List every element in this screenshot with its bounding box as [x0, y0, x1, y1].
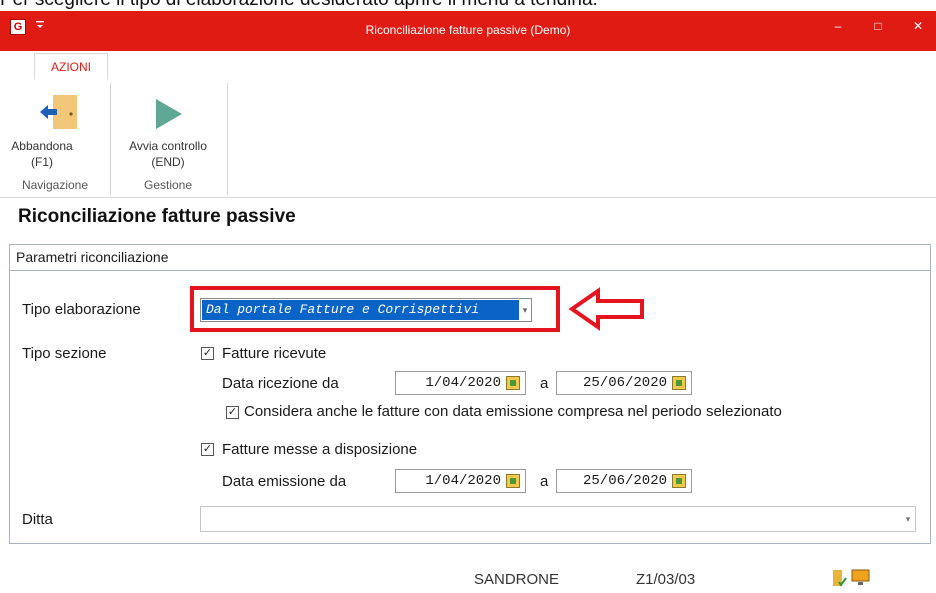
fatture-messe-checkbox[interactable]: ✓ — [201, 443, 214, 456]
data-emissione-from-value: 1/04/2020 — [425, 473, 501, 489]
data-emissione-from-input[interactable]: 1/04/2020 — [395, 469, 526, 493]
monitor-icon — [851, 568, 871, 588]
close-button[interactable]: ✕ — [906, 17, 930, 35]
abbandona-label: Abbandona — [11, 139, 73, 153]
abbandona-shortcut: (F1) — [31, 155, 53, 169]
ditta-dropdown[interactable]: ▾ — [200, 506, 916, 532]
annotation-highlight-box — [190, 286, 560, 332]
date-range-a-label: a — [540, 473, 549, 490]
ribbon-panel: Abbandona (F1) Navigazione Avvia control… — [0, 79, 936, 198]
calendar-icon[interactable] — [506, 376, 520, 390]
status-code: Z1/03/03 — [636, 571, 696, 588]
data-ricezione-from-input[interactable]: 1/04/2020 — [395, 371, 526, 395]
avvia-controllo-shortcut: (END) — [151, 155, 185, 169]
ditta-label: Ditta — [22, 511, 53, 528]
group-label-navigazione: Navigazione — [21, 178, 89, 192]
minimize-button[interactable]: – — [826, 17, 850, 35]
calendar-icon[interactable] — [672, 474, 686, 488]
tipo-elaborazione-label: Tipo elaborazione — [22, 301, 141, 318]
group-label-gestione: Gestione — [143, 178, 193, 192]
annotation-arrow-icon — [568, 287, 648, 331]
title-bar: G Riconciliazione fatture passive (Demo)… — [0, 11, 936, 51]
data-emissione-to-input[interactable]: 25/06/2020 — [556, 469, 692, 493]
tab-azioni[interactable]: AZIONI — [34, 53, 108, 79]
calendar-icon[interactable] — [672, 376, 686, 390]
chevron-down-icon[interactable]: ▾ — [901, 507, 915, 531]
tab-help[interactable]: HELP — [125, 58, 156, 72]
considera-label: Considera anche le fatture con data emis… — [244, 403, 782, 420]
data-emissione-label: Data emissione da — [222, 473, 347, 490]
top-caption-text: Per scegliere il tipo di elaborazione de… — [0, 0, 936, 11]
window-title: Riconciliazione fatture passive (Demo) — [365, 23, 571, 37]
data-ricezione-to-input[interactable]: 25/06/2020 — [556, 371, 692, 395]
calendar-icon[interactable] — [506, 474, 520, 488]
considera-checkbox[interactable]: ✓ — [226, 406, 239, 419]
maximize-button[interactable]: □ — [866, 17, 890, 35]
avvia-controllo-label: Avvia controllo — [129, 139, 207, 153]
fatture-ricevute-checkbox[interactable]: ✓ — [201, 347, 214, 360]
abbandona-button[interactable]: Abbandona (F1) — [0, 85, 106, 169]
tipo-sezione-label: Tipo sezione — [22, 345, 107, 362]
panel-header: Parametri riconciliazione — [10, 245, 930, 271]
data-emissione-to-value: 25/06/2020 — [582, 473, 667, 489]
avvia-controllo-button[interactable]: Avvia controllo (END) — [114, 85, 222, 169]
fatture-messe-label: Fatture messe a disposizione — [222, 441, 418, 458]
ribbon-divider — [227, 83, 228, 195]
play-icon — [150, 95, 186, 131]
exit-door-icon — [40, 93, 80, 133]
database-check-icon — [831, 568, 847, 588]
date-range-a-label: a — [540, 375, 549, 392]
page-title: Riconciliazione fatture passive — [18, 206, 296, 227]
data-ricezione-label: Data ricezione da — [222, 375, 339, 392]
data-ricezione-from-value: 1/04/2020 — [425, 375, 501, 391]
data-ricezione-to-value: 25/06/2020 — [582, 375, 667, 391]
status-user: SANDRONE — [474, 571, 560, 588]
ribbon-collapse-icon[interactable]: ⌃ — [921, 56, 931, 70]
ribbon-divider — [110, 83, 111, 195]
fatture-ricevute-label: Fatture ricevute — [222, 345, 327, 362]
